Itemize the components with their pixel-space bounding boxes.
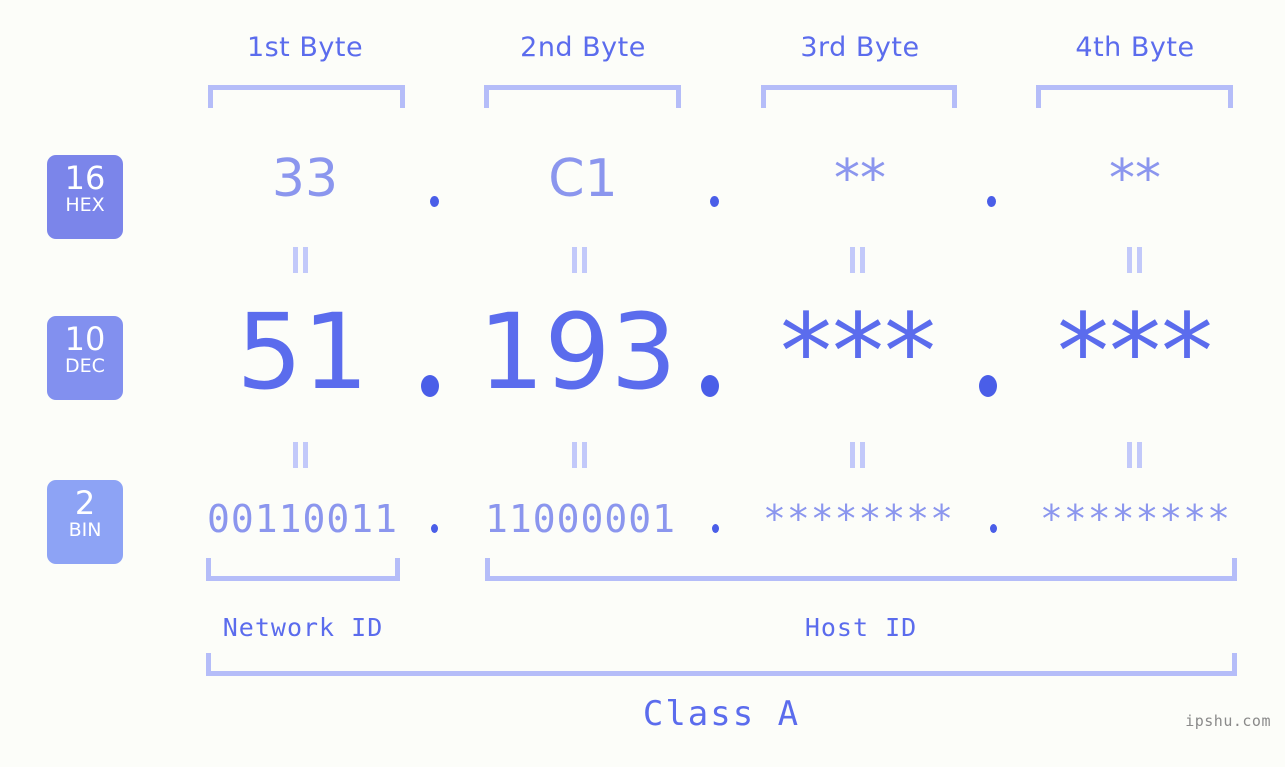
equals-mark-dec-bin-3 <box>849 442 867 468</box>
byte-bracket-1 <box>208 85 405 108</box>
base-badge-hex-name: HEX <box>65 194 105 216</box>
equals-mark-hex-dec-4 <box>1126 247 1144 273</box>
bin-byte-4: ******** <box>1039 497 1232 541</box>
host-id-label: Host ID <box>804 613 918 642</box>
base-badge-hex-number: 16 <box>64 159 106 197</box>
network-id-bracket <box>206 558 400 581</box>
base-badge-dec-name: DEC <box>65 355 105 377</box>
hex-separator-dot-3 <box>987 196 996 207</box>
base-badge-bin-number: 2 <box>74 484 96 522</box>
hex-byte-2: C1 <box>548 149 618 209</box>
base-badge-dec-number: 10 <box>64 320 106 358</box>
dec-separator-dot-1 <box>421 375 439 397</box>
dec-byte-4: *** <box>1057 291 1213 413</box>
class-bracket <box>206 653 1237 676</box>
equals-mark-dec-bin-2 <box>571 442 589 468</box>
byte-header-1: 1st Byte <box>246 32 364 63</box>
hex-byte-3: ** <box>834 149 886 209</box>
dec-separator-dot-2 <box>701 375 719 397</box>
bin-byte-3: ******** <box>762 497 955 541</box>
base-badge-bin: 2 BIN <box>47 480 123 564</box>
host-id-bracket <box>485 558 1237 581</box>
equals-mark-hex-dec-3 <box>849 247 867 273</box>
network-id-label: Network ID <box>222 613 384 642</box>
dec-separator-dot-3 <box>979 375 997 397</box>
byte-header-4: 4th Byte <box>1075 32 1195 63</box>
base-badge-bin-name: BIN <box>68 519 102 541</box>
hex-byte-1: 33 <box>271 149 339 209</box>
base-badge-dec: 10 DEC <box>47 316 123 400</box>
equals-mark-dec-bin-1 <box>292 442 310 468</box>
dec-byte-2: 193 <box>478 291 677 413</box>
bin-separator-dot-2 <box>712 524 719 533</box>
hex-separator-dot-1 <box>430 196 439 207</box>
byte-bracket-4 <box>1036 85 1233 108</box>
watermark: ipshu.com <box>1185 712 1271 730</box>
hex-separator-dot-2 <box>710 196 719 207</box>
dec-byte-1: 51 <box>236 291 369 413</box>
equals-mark-hex-dec-1 <box>292 247 310 273</box>
dec-byte-3: *** <box>780 291 936 413</box>
byte-bracket-3 <box>761 85 957 108</box>
equals-mark-dec-bin-4 <box>1126 442 1144 468</box>
bin-byte-2: 11000001 <box>484 497 677 541</box>
bin-separator-dot-3 <box>990 524 997 533</box>
hex-byte-4: ** <box>1109 149 1161 209</box>
bin-separator-dot-1 <box>431 524 438 533</box>
base-badge-hex: 16 HEX <box>47 155 123 239</box>
bin-byte-1: 00110011 <box>206 497 399 541</box>
byte-bracket-2 <box>484 85 681 108</box>
equals-mark-hex-dec-2 <box>571 247 589 273</box>
class-label: Class A <box>642 694 801 734</box>
byte-header-3: 3rd Byte <box>800 32 920 63</box>
ip-address-breakdown-diagram: 1st Byte 2nd Byte 3rd Byte 4th Byte 16 H… <box>0 0 1285 767</box>
byte-header-2: 2nd Byte <box>520 32 646 63</box>
